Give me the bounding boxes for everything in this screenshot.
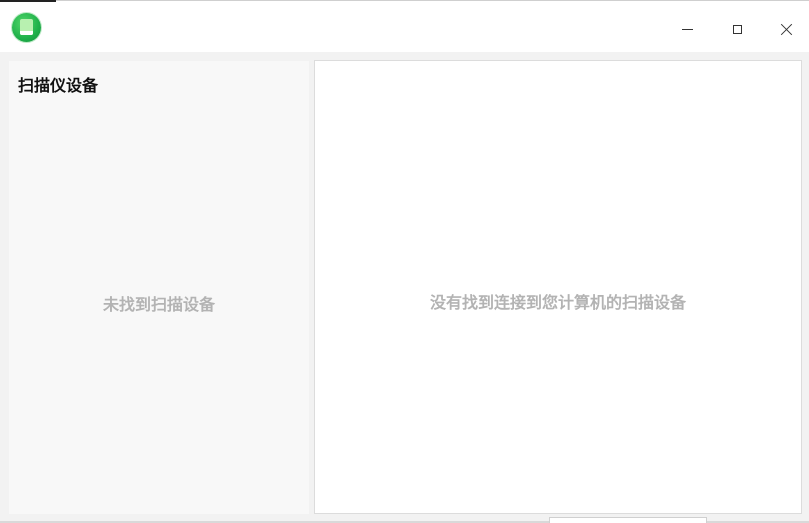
scanner-glyph xyxy=(20,19,33,35)
scanner-device-list-panel: 扫描仪设备 未找到扫描设备 xyxy=(9,61,309,514)
no-device-message: 未找到扫描设备 xyxy=(102,295,215,314)
app-window: 扫描仪设备 未找到扫描设备 没有找到连接到您计算机的扫描设备 xyxy=(0,0,809,523)
close-button[interactable] xyxy=(763,9,809,49)
title-bar[interactable] xyxy=(0,0,809,52)
minimize-icon xyxy=(681,28,693,30)
no-connected-device-message: 没有找到连接到您计算机的扫描设备 xyxy=(429,293,686,312)
scanner-app-icon xyxy=(12,13,41,42)
maximize-button[interactable] xyxy=(714,9,760,49)
device-list-title: 扫描仪设备 xyxy=(18,76,99,95)
scan-preview-panel: 没有找到连接到您计算机的扫描设备 xyxy=(314,60,802,514)
minimize-button[interactable] xyxy=(664,9,710,49)
close-icon xyxy=(780,23,793,36)
bottom-overlay-tab xyxy=(549,517,707,523)
maximize-icon xyxy=(732,24,742,34)
top-edge-strip xyxy=(0,0,56,2)
